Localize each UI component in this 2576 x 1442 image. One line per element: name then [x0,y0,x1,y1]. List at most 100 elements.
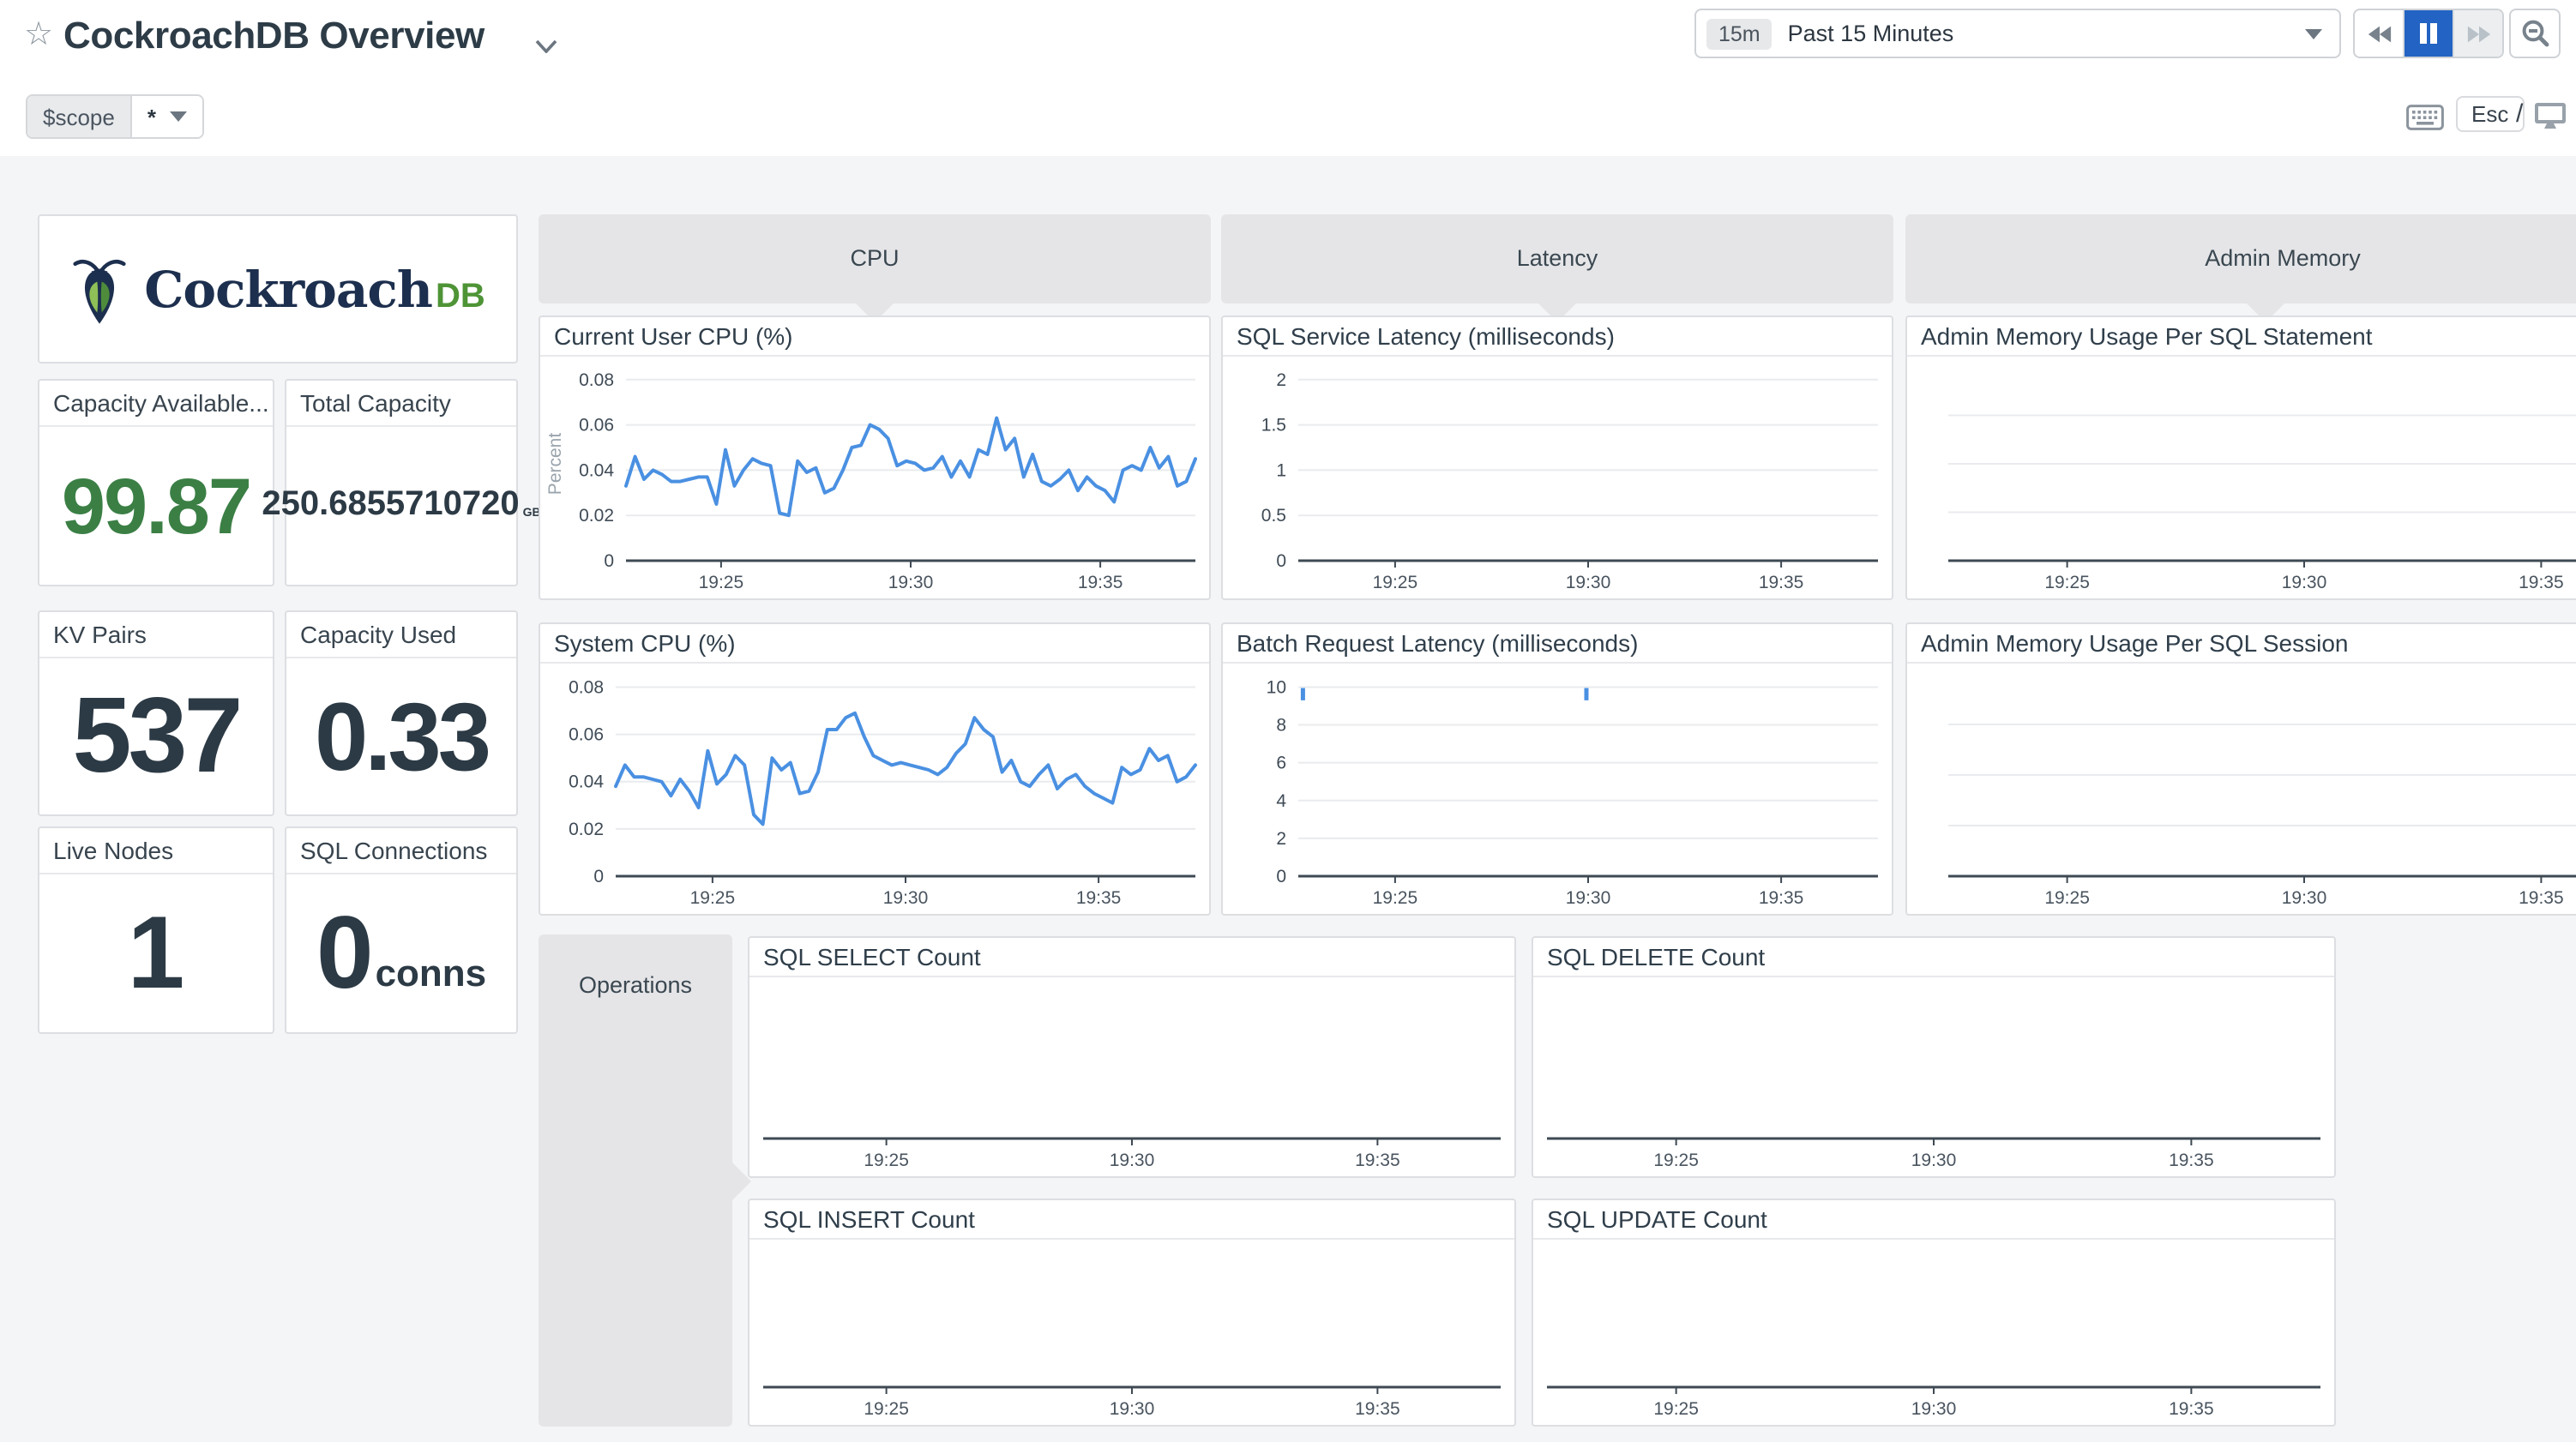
svg-text:19:25: 19:25 [864,1399,909,1419]
chart-title: Batch Request Latency (milliseconds) [1223,624,1892,664]
svg-text:19:25: 19:25 [1653,1151,1699,1170]
group-label: CPU [539,245,1211,271]
zoom-out-button[interactable] [2509,9,2561,58]
svg-text:0.04: 0.04 [569,772,604,792]
svg-text:19:35: 19:35 [1355,1399,1400,1419]
cockroachdb-logo-widget: Cockroach DB [38,214,518,364]
stat-value: 250.6855710720 [262,485,519,525]
chart-widget-current-user-cpu: Current User CPU (%) 00.020.040.060.0819… [539,315,1211,600]
svg-text:19:25: 19:25 [1373,888,1418,908]
page-title: CockroachDB Overview [63,14,485,58]
pause-icon [2418,22,2439,45]
chart-title: Admin Memory Usage Per SQL Session [1907,624,2576,664]
svg-text:0.06: 0.06 [579,416,614,436]
time-range-caret-icon [2305,28,2322,39]
svg-text:19:30: 19:30 [1566,888,1611,908]
group-header-admin-memory[interactable]: Admin Memory [1905,214,2576,303]
svg-text:19:30: 19:30 [1110,1399,1155,1419]
svg-text:19:25: 19:25 [864,1151,909,1170]
svg-text:19:30: 19:30 [2282,573,2327,592]
stat-total-capacity: Total Capacity 250.6855710720 GB [285,379,518,586]
chart-widget-admin-memory-session: Admin Memory Usage Per SQL Session 19:25… [1905,622,2576,916]
timeseries-chart[interactable]: 19:25 19:30 19:35 [749,1238,1514,1425]
svg-text:19:30: 19:30 [2282,888,2327,908]
timeseries-chart[interactable]: 19:2519:3019:35 [1907,662,2576,914]
svg-text:0.02: 0.02 [569,820,604,839]
svg-text:0: 0 [1276,867,1286,886]
svg-text:19:30: 19:30 [1110,1151,1155,1170]
chart-widget-system-cpu: System CPU (%) 00.020.040.060.0819:2519:… [539,622,1211,916]
chart-title: Current User CPU (%) [540,317,1209,357]
title-chevron-down-icon[interactable] [535,31,557,62]
svg-text:0.04: 0.04 [579,460,614,480]
stat-capacity-used: Capacity Used 0.33 [285,610,518,816]
svg-text:19:25: 19:25 [2044,573,2090,592]
chart-widget-batch-request-latency: Batch Request Latency (milliseconds) 024… [1221,622,1893,916]
scope-var-value: * [147,104,156,129]
group-label: Operations [539,972,732,998]
svg-text:0.5: 0.5 [1261,506,1286,526]
forward-button[interactable] [2453,10,2502,57]
timeseries-chart[interactable]: 00.511.5219:2519:3019:35 [1223,355,1892,598]
timeseries-chart[interactable]: 19:2519:3019:35 [1533,1238,2334,1425]
svg-text:19:35: 19:35 [2519,888,2564,908]
svg-text:19:35: 19:35 [2169,1399,2214,1419]
stat-title: Total Capacity [286,381,516,427]
fullscreen-monitor-icon[interactable] [2533,101,2567,141]
stat-title: Live Nodes [39,828,273,874]
time-range-select[interactable]: 15m Past 15 Minutes [1694,9,2341,58]
svg-text:Percent: Percent [545,433,565,496]
logo-suffix: DB [436,277,485,316]
group-label: Admin Memory [1905,245,2576,271]
svg-text:0: 0 [593,867,604,886]
group-header-operations[interactable]: Operations [539,934,732,1427]
esc-key-badge[interactable]: Esc [2456,96,2524,132]
svg-text:19:30: 19:30 [888,573,934,592]
stat-kv-pairs: KV Pairs 537 [38,610,274,816]
svg-text:19:25: 19:25 [1373,573,1418,592]
timeseries-chart[interactable]: 024681019:2519:3019:35 [1223,662,1892,914]
scope-var-name: $scope [27,96,130,137]
timeseries-chart[interactable]: 19:2519:3019:35 [1533,976,2334,1176]
timeseries-chart[interactable]: 19:2519:3019:35 [1907,355,2576,598]
svg-text:19:30: 19:30 [1911,1151,1957,1170]
timeseries-chart[interactable]: 19:2519:3019:35 [749,976,1514,1176]
chart-widget-sql-update-count: SQL UPDATE Count 19:2519:3019:35 [1532,1199,2336,1427]
svg-text:19:25: 19:25 [690,888,736,908]
dashboard: ☆ CockroachDB Overview 15m Past 15 Minut… [0,0,2576,1442]
svg-text:19:35: 19:35 [1759,573,1804,592]
chart-widget-sql-service-latency: SQL Service Latency (milliseconds) 00.51… [1221,315,1893,600]
chart-title: SQL UPDATE Count [1533,1200,2334,1240]
svg-text:6: 6 [1276,754,1286,773]
rewind-button[interactable] [2355,10,2404,57]
stat-value: 0 [316,893,374,1012]
chart-title: Admin Memory Usage Per SQL Statement [1907,317,2576,357]
template-variable-scope[interactable]: $scope * [26,94,204,139]
svg-text:19:35: 19:35 [1078,573,1123,592]
stat-unit: conns [376,952,487,996]
svg-text:19:30: 19:30 [1566,573,1611,592]
scope-caret-icon [170,111,187,122]
time-range-label: Past 15 Minutes [1788,21,2305,46]
group-header-cpu[interactable]: CPU [539,214,1211,303]
svg-text:2: 2 [1276,370,1286,390]
svg-text:19:30: 19:30 [1911,1399,1957,1419]
timeseries-chart[interactable]: 00.020.040.060.0819:2519:3019:35 [540,662,1209,914]
svg-text:0.06: 0.06 [569,725,604,745]
svg-text:19:30: 19:30 [883,888,929,908]
svg-text:2: 2 [1276,829,1286,849]
group-header-latency[interactable]: Latency [1221,214,1893,303]
stat-title: Capacity Available... [39,381,273,427]
pause-button[interactable] [2404,10,2453,57]
stat-sql-connections: SQL Connections 0 conns [285,826,518,1034]
timeseries-chart[interactable]: 00.020.040.060.0819:2519:3019:35Percent [540,355,1209,598]
svg-text:1.5: 1.5 [1261,416,1286,436]
favorite-star-icon[interactable]: ☆ [24,19,53,53]
playback-controls [2353,9,2504,58]
stat-value: 99.87 [39,425,273,585]
rewind-icon [2366,23,2392,44]
time-range-badge: 15m [1706,18,1773,49]
chart-widget-admin-memory-statement: Admin Memory Usage Per SQL Statement 19:… [1905,315,2576,600]
chart-title: SQL DELETE Count [1533,938,2334,977]
keyboard-shortcuts-icon[interactable] [2406,105,2444,139]
